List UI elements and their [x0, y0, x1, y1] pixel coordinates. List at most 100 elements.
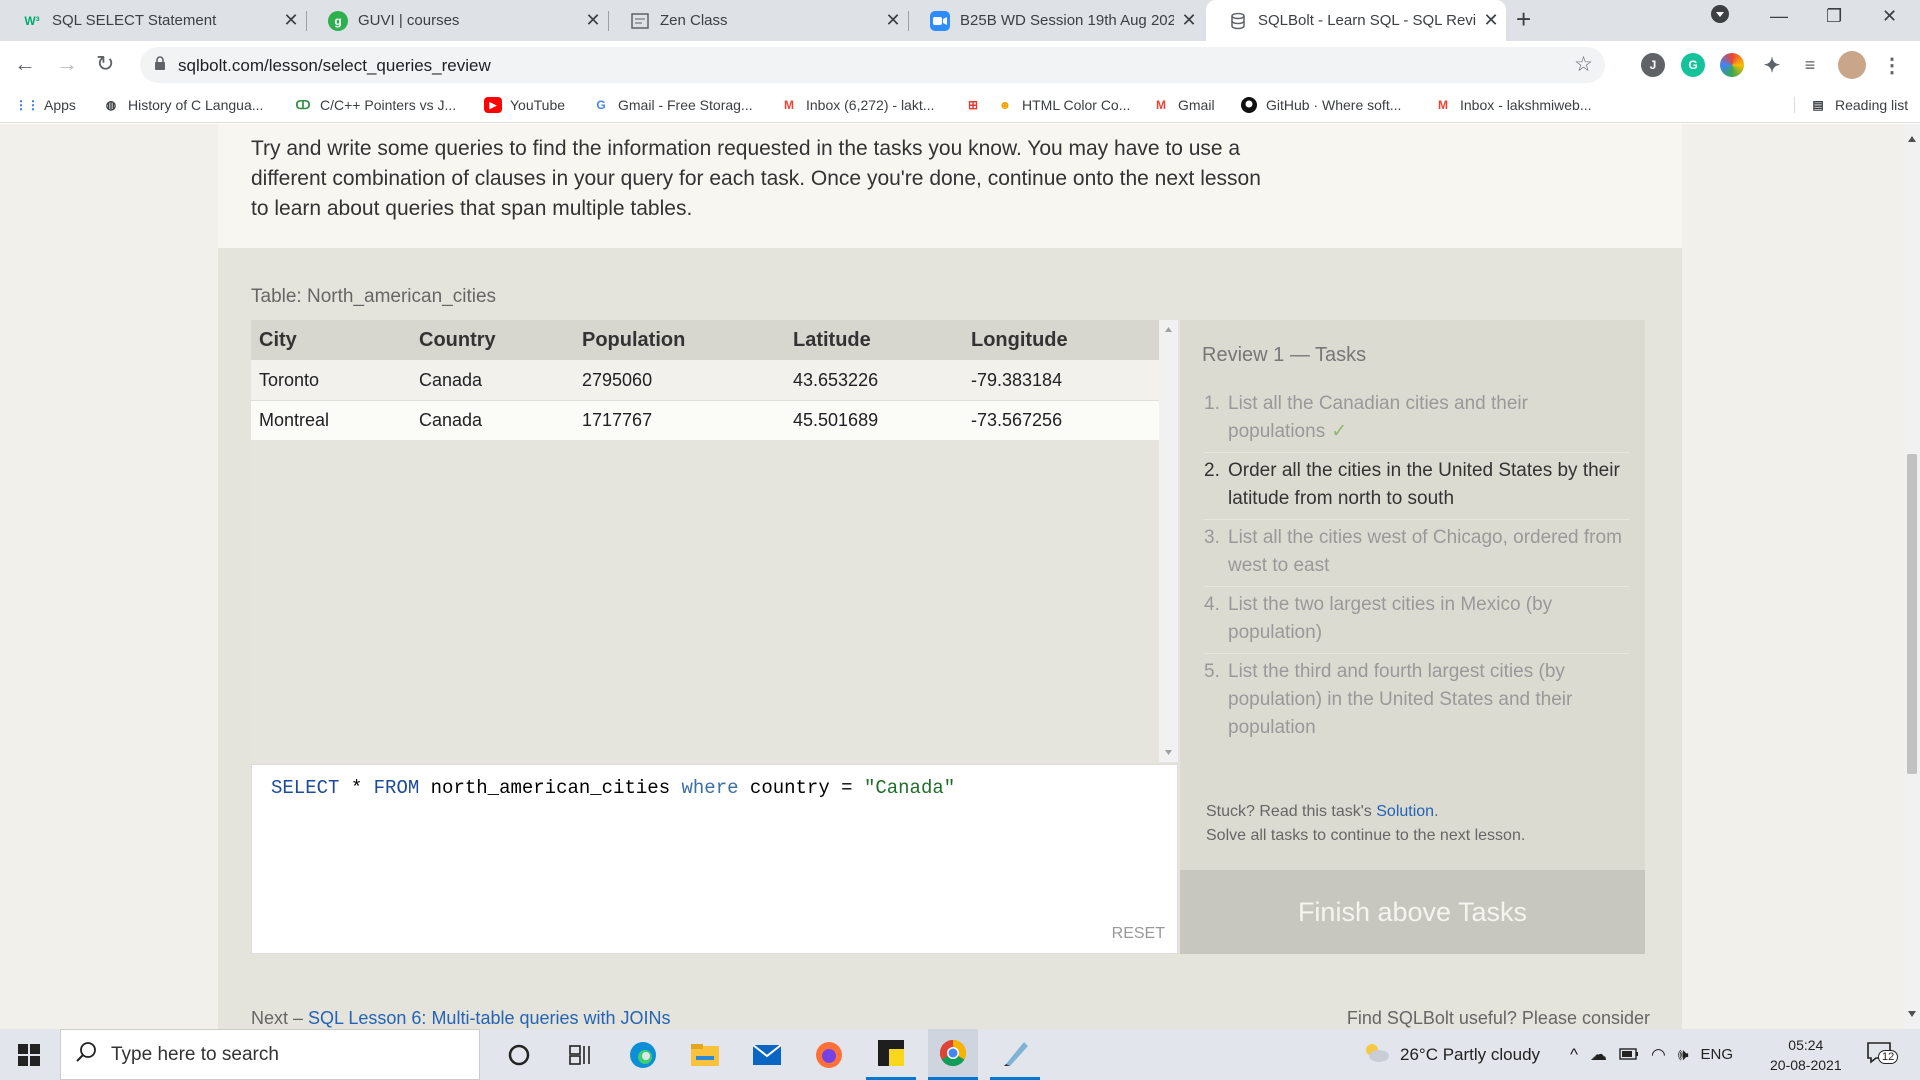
query-text[interactable]: SELECT * FROM north_american_cities wher…: [271, 777, 955, 799]
bookmark-pointers[interactable]: ↀ C/C++ Pointers vs J...: [294, 97, 457, 113]
avatar[interactable]: [1838, 51, 1866, 79]
gmail-icon: M: [1156, 98, 1166, 112]
file-explorer-icon[interactable]: [680, 1029, 730, 1080]
forward-icon[interactable]: →: [56, 51, 78, 77]
column-header: City: [259, 328, 297, 351]
table-caption: Table: North_american_cities: [251, 286, 497, 307]
task-view-icon[interactable]: [556, 1029, 606, 1080]
tab-search-icon[interactable]: [1710, 4, 1730, 29]
window-close-icon[interactable]: ✕: [1882, 6, 1897, 27]
bookmark-apps[interactable]: ⋮⋮ Apps: [15, 97, 76, 113]
minimize-icon[interactable]: —: [1770, 6, 1788, 27]
tasks-title: Review 1 — Tasks: [1202, 344, 1367, 366]
close-icon[interactable]: ✕: [878, 10, 908, 31]
back-icon[interactable]: ←: [14, 51, 36, 77]
bookmark-youtube[interactable]: ▶ YouTube: [484, 97, 565, 113]
scrollbar-thumb[interactable]: [1907, 454, 1917, 774]
close-icon[interactable]: ✕: [276, 10, 306, 31]
clock-time: 05:24: [1788, 1036, 1824, 1053]
bookmark-star-icon[interactable]: ☆: [1574, 52, 1593, 77]
reset-button[interactable]: RESET: [1112, 925, 1165, 943]
bookmark-label: GitHub · Where soft...: [1266, 97, 1402, 113]
close-icon[interactable]: ✕: [578, 10, 608, 31]
tab-title: SQL SELECT Statement: [52, 12, 217, 29]
task-item[interactable]: 4. List the two largest cities in Mexico …: [1204, 587, 1629, 654]
bookmark-gmail-storage[interactable]: G Gmail - Free Storag...: [592, 97, 752, 113]
next-lesson-link[interactable]: SQL Lesson 6: Multi-table queries with J…: [308, 1008, 671, 1028]
google-icon: G: [596, 98, 606, 112]
table-cell: 43.653226: [793, 369, 879, 390]
url-text: sqlbolt.com/lesson/select_queries_review: [178, 56, 491, 75]
bookmark-label: Inbox (6,272) - lakt...: [806, 97, 935, 113]
tab-sql-select[interactable]: W³ SQL SELECT Statement ✕: [0, 0, 306, 41]
extensions-puzzle-icon[interactable]: ✦: [1760, 53, 1784, 77]
task-number: 2.: [1204, 460, 1220, 481]
close-icon[interactable]: ✕: [1476, 10, 1506, 31]
table-cell: Montreal: [259, 410, 330, 430]
new-tab-button[interactable]: +: [1516, 4, 1531, 35]
grammarly-icon[interactable]: G: [1681, 53, 1705, 77]
close-icon[interactable]: ✕: [1174, 10, 1204, 31]
mail-icon[interactable]: [742, 1029, 792, 1080]
color-picker-icon[interactable]: [1720, 53, 1744, 77]
battery-icon[interactable]: [1619, 1045, 1639, 1065]
table-cell: 1717767: [582, 410, 653, 430]
edge-icon[interactable]: [618, 1029, 668, 1080]
bookmark-history-c[interactable]: ◍ History of C Langua...: [102, 97, 264, 113]
chevron-up-icon[interactable]: ^: [1570, 1045, 1578, 1065]
firefox-icon[interactable]: [804, 1029, 854, 1080]
task-number: 3.: [1204, 527, 1220, 548]
task-list: 1. List all the Canadian cities and their…: [1204, 386, 1629, 748]
clock[interactable]: 05:24 20-08-2021: [1770, 1029, 1842, 1080]
table-cell: 2795060: [582, 369, 653, 390]
weather-widget[interactable]: 26°C Partly cloudy: [1362, 1029, 1540, 1080]
bookmark-github[interactable]: GitHub · Where soft...: [1240, 97, 1401, 113]
bookmark-grid[interactable]: ⊞: [964, 97, 990, 113]
chrome-icon[interactable]: [928, 1029, 978, 1080]
taskbar-search[interactable]: Type here to search: [60, 1029, 480, 1080]
windows-start-icon[interactable]: [0, 1029, 58, 1080]
bookmark-inbox-6272[interactable]: M Inbox (6,272) - lakt...: [780, 97, 934, 113]
language-indicator[interactable]: ENG: [1701, 1046, 1734, 1063]
bookmark-inbox-lakshmi[interactable]: M Inbox - lakshmiweb...: [1434, 97, 1592, 113]
tab-guvi[interactable]: g GUVI | courses ✕: [306, 0, 608, 41]
intro-text: Try and write some queries to find the i…: [251, 137, 1261, 220]
finish-tasks-button[interactable]: Finish above Tasks: [1180, 870, 1645, 954]
tasks-panel: Review 1 — Tasks 1. List all the Canadian…: [1180, 320, 1645, 954]
menu-kebab-icon[interactable]: ⋮: [1880, 53, 1904, 77]
volume-icon[interactable]: 🕪: [1678, 1045, 1689, 1065]
notification-center[interactable]: 12: [1866, 1029, 1899, 1080]
tab-zen-class[interactable]: Zen Class ✕: [608, 0, 908, 41]
solution-link[interactable]: Solution: [1376, 803, 1434, 820]
useful-text: Find SQLBolt useful? Please consider: [1346, 1008, 1650, 1028]
reading-list[interactable]: ▤ Reading list: [1794, 97, 1908, 113]
task-item[interactable]: 3. List all the cities west of Chicago, o…: [1204, 520, 1629, 587]
wifi-icon[interactable]: ◠: [1651, 1045, 1666, 1065]
zoom-icon: [930, 10, 950, 31]
onedrive-icon[interactable]: ☁: [1590, 1045, 1607, 1065]
bookmark-html-color[interactable]: ☻ HTML Color Co...: [996, 97, 1131, 113]
restore-icon[interactable]: ❐: [1826, 6, 1842, 27]
table-scrollbar[interactable]: [1159, 320, 1178, 762]
sql-keyword: SELECT: [271, 777, 340, 799]
tab-title: GUVI | courses: [358, 12, 460, 29]
sticky-notes-icon[interactable]: [866, 1029, 916, 1080]
tab-zoom-session[interactable]: B25B WD Session 19th Aug 2021 ✕: [908, 0, 1204, 41]
notification-icon: 12: [1866, 1040, 1899, 1069]
task-item[interactable]: 1. List all the Canadian cities and their…: [1204, 386, 1629, 453]
address-bar[interactable]: sqlbolt.com/lesson/select_queries_review…: [140, 47, 1605, 83]
extension-j-icon[interactable]: J: [1641, 53, 1665, 77]
bookmark-label: Gmail: [1178, 97, 1215, 113]
bookmark-gmail[interactable]: M Gmail: [1152, 97, 1215, 113]
notepad-icon[interactable]: [990, 1029, 1040, 1080]
task-item[interactable]: 5. List the third and fourth largest citi…: [1204, 654, 1629, 748]
query-editor[interactable]: SELECT * FROM north_american_cities wher…: [251, 764, 1178, 954]
page-scrollbar[interactable]: [1904, 124, 1920, 1029]
sql-text: north_american_cities: [419, 777, 682, 799]
media-queue-icon[interactable]: ≡: [1798, 53, 1822, 77]
bookmark-label: C/C++ Pointers vs J...: [320, 97, 457, 113]
task-item[interactable]: 2. Order all the cities in the United Sta…: [1204, 453, 1629, 520]
tab-sqlbolt[interactable]: SQLBolt - Learn SQL - SQL Review ✕: [1206, 0, 1506, 41]
cortana-icon[interactable]: [494, 1029, 544, 1080]
reload-icon[interactable]: ↻: [96, 51, 114, 77]
